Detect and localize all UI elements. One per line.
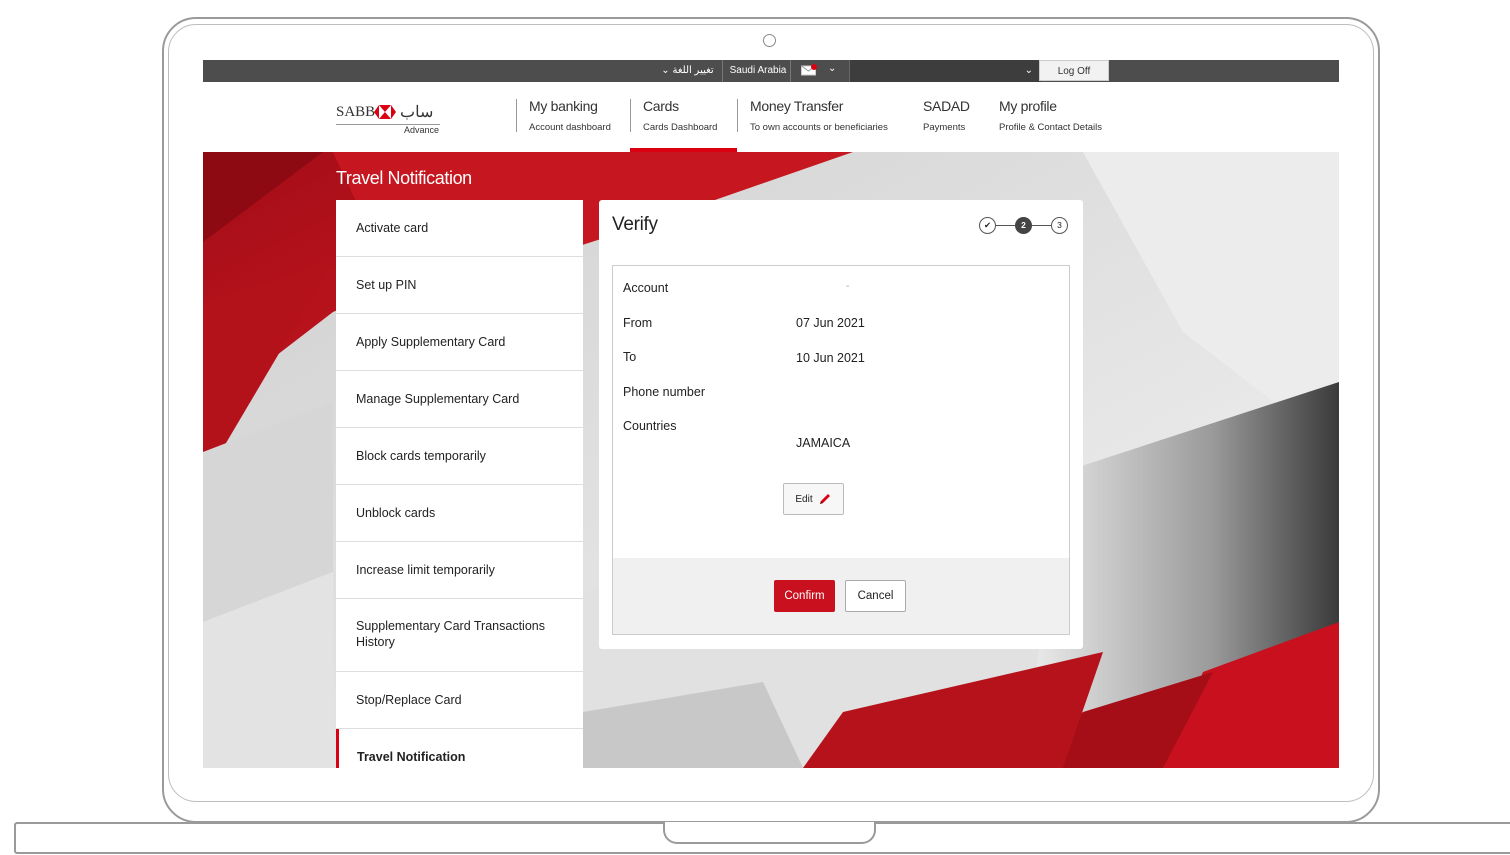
sidebar-item-supplementary-history[interactable]: Supplementary Card Transactions History xyxy=(336,599,583,672)
account-select[interactable]: ⌄ xyxy=(849,60,1041,82)
phone-label: Phone number xyxy=(623,385,706,399)
cancel-button[interactable]: Cancel xyxy=(845,580,906,612)
nav-title: Money Transfer xyxy=(750,98,844,114)
nav-my-profile[interactable]: My profile Profile & Contact Details xyxy=(986,82,1126,152)
sidebar-item-block-cards-temporarily[interactable]: Block cards temporarily xyxy=(336,428,583,485)
verify-title: Verify xyxy=(612,214,658,235)
nav-sadad[interactable]: SADAD Payments xyxy=(910,82,986,152)
sidebar-item-increase-limit[interactable]: Increase limit temporarily xyxy=(336,542,583,599)
step-connector xyxy=(996,225,1015,226)
language-label: تغيير اللغة xyxy=(672,65,714,76)
sabb-logo[interactable]: SABB ساب Advance xyxy=(336,104,446,136)
nav-cards[interactable]: Cards Cards Dashboard xyxy=(630,82,737,152)
chevron-down-icon: ⌄ xyxy=(661,65,673,76)
verify-details: Account - From 07 Jun 2021 To 10 Jun 202… xyxy=(612,265,1070,635)
to-label: To xyxy=(623,350,637,364)
edit-button[interactable]: Edit xyxy=(783,483,844,515)
edit-label: Edit xyxy=(795,493,813,505)
account-label: Account xyxy=(623,281,669,295)
nav-my-banking[interactable]: My banking Account dashboard xyxy=(516,82,630,152)
language-switch[interactable]: ⌄ تغيير اللغة xyxy=(653,60,723,82)
step-3-indicator: 3 xyxy=(1051,217,1068,234)
main-navigation: SABB ساب Advance My banking Account dash… xyxy=(203,82,1339,152)
countries-label: Countries xyxy=(623,419,677,433)
countries-value: JAMAICA xyxy=(796,436,851,450)
step-1-check-icon: ✔ xyxy=(979,217,996,234)
action-bar: Confirm Cancel xyxy=(613,558,1069,634)
sidebar-item-unblock-cards[interactable]: Unblock cards xyxy=(336,485,583,542)
from-value: 07 Jun 2021 xyxy=(796,316,865,330)
sidebar-item-stop-replace-card[interactable]: Stop/Replace Card xyxy=(336,672,583,729)
verify-panel: Verify ✔ 2 3 Account - From 07 Jun 2021 … xyxy=(599,200,1083,649)
page-title: Travel Notification xyxy=(336,168,472,188)
mail-menu[interactable]: ⌄ xyxy=(801,60,841,82)
chevron-down-icon: ⌄ xyxy=(828,63,837,74)
from-label: From xyxy=(623,316,653,330)
sidebar-item-manage-supplementary-card[interactable]: Manage Supplementary Card xyxy=(336,371,583,428)
to-value: 10 Jun 2021 xyxy=(796,351,865,365)
nav-title: Cards xyxy=(643,98,679,114)
sidebar-item-travel-notification[interactable]: Travel Notification xyxy=(336,729,583,768)
laptop-notch xyxy=(663,822,876,844)
country-selector[interactable]: Saudi Arabia xyxy=(726,60,791,82)
hexagon-logo-icon xyxy=(374,105,396,119)
confirm-button[interactable]: Confirm xyxy=(774,580,835,612)
logo-arabic-text: ساب xyxy=(400,104,434,121)
mail-icon xyxy=(801,64,817,76)
progress-stepper: ✔ 2 3 xyxy=(979,217,1071,235)
pencil-icon xyxy=(819,494,830,504)
country-label: Saudi Arabia xyxy=(729,65,787,76)
nav-subtitle: Profile & Contact Details xyxy=(999,122,1102,133)
utility-bar: ⌄ تغيير اللغة Saudi Arabia ⌄ ⌄ Log Off xyxy=(203,60,1339,82)
nav-subtitle: To own accounts or beneficiaries xyxy=(750,122,888,133)
nav-title: My profile xyxy=(999,98,1057,114)
nav-title: SADAD xyxy=(923,98,970,114)
sidebar-item-apply-supplementary-card[interactable]: Apply Supplementary Card xyxy=(336,314,583,371)
step-2-indicator: 2 xyxy=(1015,217,1032,234)
logoff-button[interactable]: Log Off xyxy=(1039,60,1109,81)
nav-divider xyxy=(516,99,517,132)
sidebar-item-set-up-pin[interactable]: Set up PIN xyxy=(336,257,583,314)
nav-money-transfer[interactable]: Money Transfer To own accounts or benefi… xyxy=(737,82,910,152)
account-value: - xyxy=(846,281,850,292)
nav-divider xyxy=(737,99,738,132)
chevron-down-icon: ⌄ xyxy=(1024,65,1033,76)
logo-tier: Advance xyxy=(404,125,440,135)
nav-title: My banking xyxy=(529,98,598,114)
nav-subtitle: Cards Dashboard xyxy=(643,122,718,133)
camera-icon xyxy=(763,34,776,47)
screen: ⌄ تغيير اللغة Saudi Arabia ⌄ ⌄ Log Off S… xyxy=(203,60,1339,768)
nav-subtitle: Payments xyxy=(923,122,966,133)
nav-divider xyxy=(630,99,631,132)
sidebar-menu: Activate card Set up PIN Apply Supplemen… xyxy=(336,200,583,768)
nav-subtitle: Account dashboard xyxy=(529,122,611,133)
step-connector xyxy=(1032,225,1051,226)
logo-text: SABB xyxy=(336,104,376,120)
sidebar-item-activate-card[interactable]: Activate card xyxy=(336,200,583,257)
